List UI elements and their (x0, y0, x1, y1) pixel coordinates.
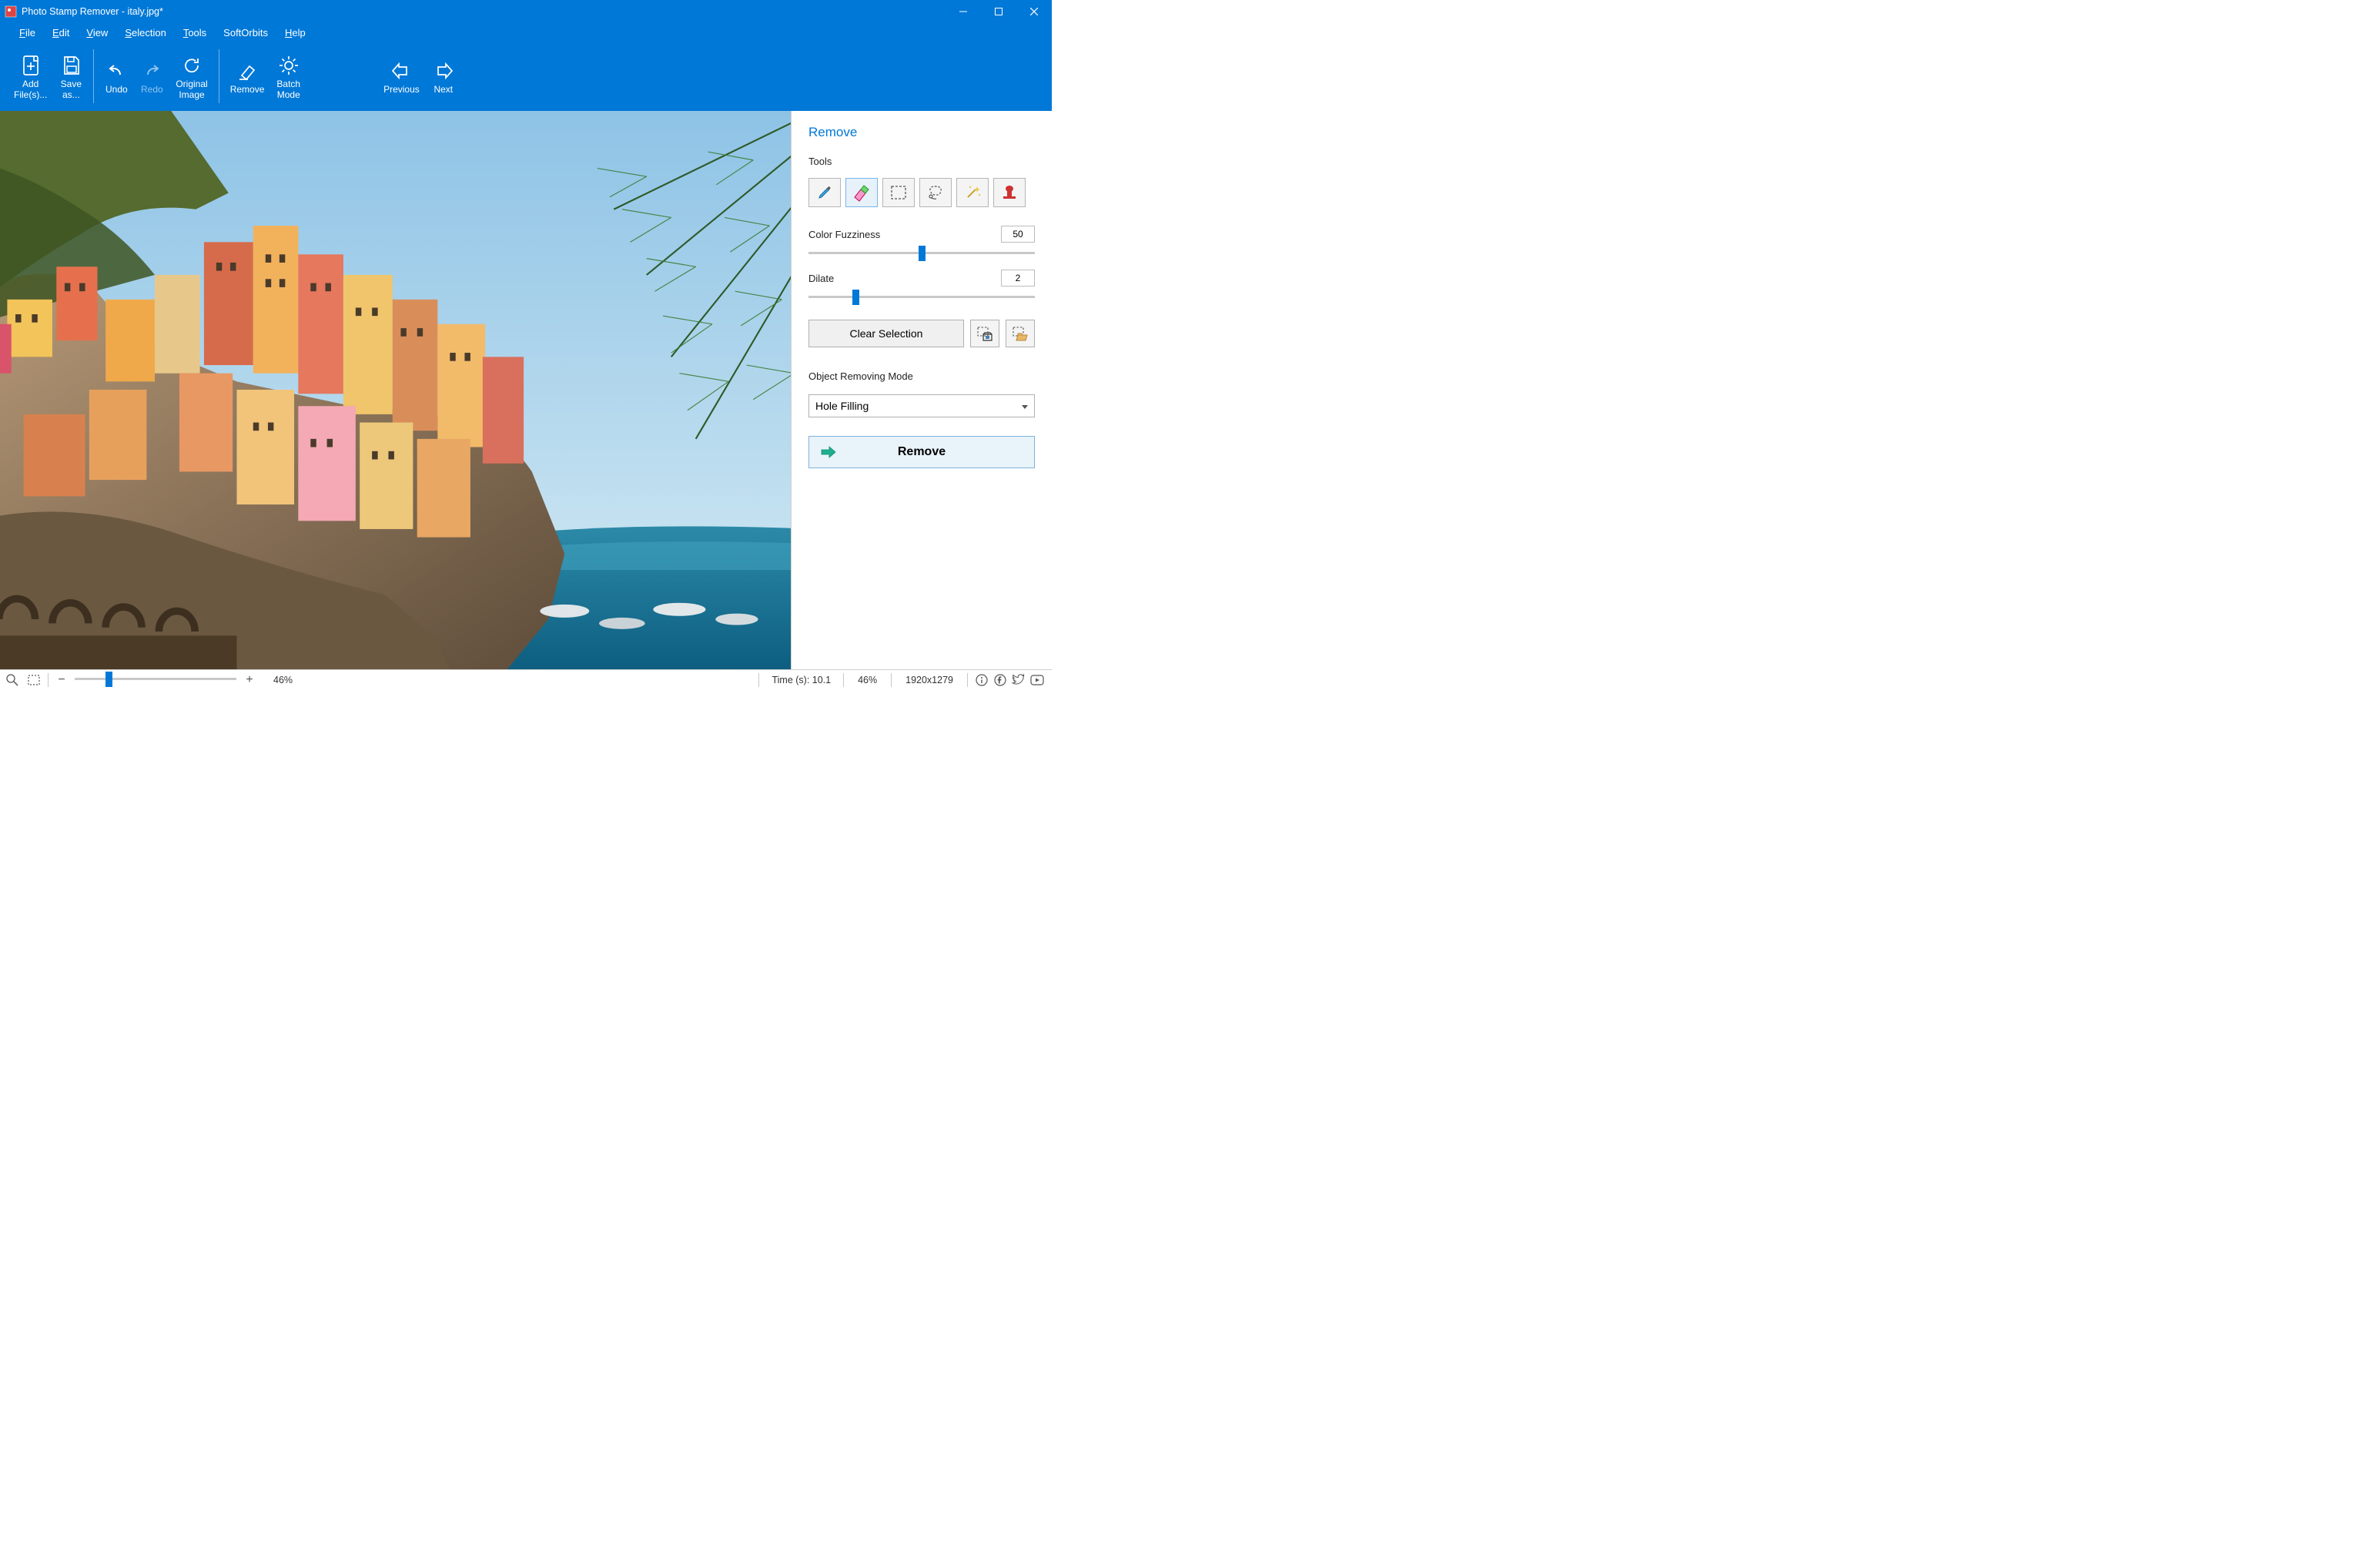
tools-row (808, 178, 1035, 207)
panel-title: Remove (808, 125, 1035, 140)
menu-view[interactable]: View (78, 25, 116, 40)
eraser-icon (236, 58, 259, 84)
add-file-icon (20, 52, 42, 79)
twitter-icon[interactable] (1011, 672, 1026, 688)
zoom-percent-right: 46% (850, 675, 885, 685)
menu-edit[interactable]: Edit (44, 25, 78, 40)
close-button[interactable] (1016, 0, 1052, 23)
marker-tool-button[interactable] (808, 178, 841, 207)
save-selection-button[interactable] (970, 320, 999, 347)
arrow-right-icon (432, 58, 455, 84)
remove-panel: Remove Tools Color Fuzziness 5 (791, 111, 1052, 669)
maximize-button[interactable] (981, 0, 1016, 23)
titlebar: Photo Stamp Remover - italy.jpg* (0, 0, 1052, 23)
removing-mode-select[interactable]: Hole Filling (808, 394, 1035, 417)
menu-tools[interactable]: Tools (175, 25, 215, 40)
save-selection-icon (976, 326, 993, 341)
menu-file[interactable]: File (11, 25, 44, 40)
time-label: Time (s): 10.1 (765, 675, 837, 685)
load-selection-button[interactable] (1006, 320, 1035, 347)
zoom-tool-icon[interactable] (5, 672, 20, 688)
menubar: File Edit View Selection Tools SoftOrbit… (0, 23, 1052, 42)
previous-button[interactable]: Previous (377, 45, 426, 108)
zoom-out-button[interactable]: − (55, 673, 69, 687)
minimize-button[interactable] (946, 0, 981, 23)
marker-icon (815, 183, 834, 202)
eraser-tool-button[interactable] (845, 178, 878, 207)
remove-action-button[interactable]: Remove (808, 436, 1035, 468)
eraser-color-icon (852, 183, 872, 202)
refresh-icon (180, 52, 203, 79)
lasso-icon (926, 184, 945, 201)
lasso-tool-button[interactable] (919, 178, 952, 207)
info-icon[interactable] (974, 672, 989, 688)
dilate-slider[interactable] (808, 296, 1035, 298)
zoom-in-button[interactable]: + (243, 673, 256, 687)
dimensions-label: 1920x1279 (898, 675, 961, 685)
stamp-icon (1000, 183, 1019, 202)
dilate-value[interactable]: 2 (1001, 270, 1035, 287)
original-image-button[interactable]: Original Image (169, 45, 213, 108)
menu-selection[interactable]: Selection (116, 25, 174, 40)
removing-mode-selected: Hole Filling (815, 400, 869, 412)
add-files-button[interactable]: Add File(s)... (8, 45, 53, 108)
save-as-button[interactable]: Saveas... (53, 45, 89, 108)
undo-icon (105, 58, 128, 84)
fit-screen-icon[interactable] (26, 672, 42, 688)
save-icon (60, 52, 82, 79)
clear-selection-button[interactable]: Clear Selection (808, 320, 964, 347)
next-button[interactable]: Next (426, 45, 461, 108)
rect-select-tool-button[interactable] (882, 178, 915, 207)
menu-softorbits[interactable]: SoftOrbits (215, 25, 276, 40)
batch-mode-button[interactable]: Batch Mode (270, 45, 306, 108)
app-icon (5, 5, 17, 18)
undo-button[interactable]: Undo (99, 45, 134, 108)
gear-icon (277, 52, 300, 79)
arrow-right-green-icon (820, 445, 837, 459)
magic-wand-tool-button[interactable] (956, 178, 989, 207)
color-fuzziness-label: Color Fuzziness (808, 229, 880, 240)
color-fuzziness-slider[interactable] (808, 252, 1035, 254)
load-selection-icon (1012, 326, 1029, 341)
toolbar: Add File(s)... Saveas... Undo Redo Origi… (0, 42, 1052, 111)
zoom-slider[interactable] (75, 678, 236, 680)
magic-wand-icon (963, 183, 982, 202)
statusbar: − + 46% Time (s): 10.1 46% 1920x1279 (0, 669, 1052, 689)
rect-select-icon (890, 185, 907, 200)
redo-icon (140, 58, 163, 84)
chevron-down-icon (1022, 400, 1028, 412)
youtube-icon[interactable] (1029, 672, 1044, 688)
redo-button: Redo (134, 45, 169, 108)
stamp-tool-button[interactable] (993, 178, 1026, 207)
color-fuzziness-value[interactable]: 50 (1001, 226, 1035, 243)
tools-label: Tools (808, 156, 1035, 167)
image-canvas[interactable] (0, 111, 791, 669)
dilate-label: Dilate (808, 273, 834, 284)
menu-help[interactable]: Help (276, 25, 314, 40)
facebook-icon[interactable] (993, 672, 1007, 688)
zoom-percent: 46% (273, 675, 293, 685)
object-removing-mode-label: Object Removing Mode (808, 370, 1035, 382)
window-title: Photo Stamp Remover - italy.jpg* (22, 6, 163, 17)
remove-toolbar-button[interactable]: Remove (224, 45, 271, 108)
arrow-left-icon (390, 58, 413, 84)
